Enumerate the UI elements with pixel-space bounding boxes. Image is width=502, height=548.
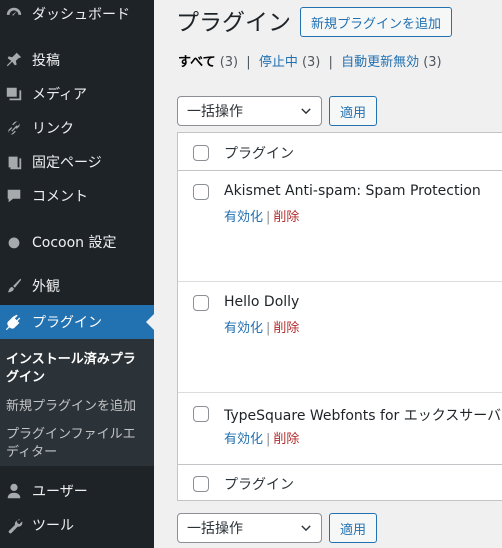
chevron-down-icon bbox=[301, 108, 311, 115]
menu-label: ユーザー bbox=[32, 484, 88, 500]
menu-users[interactable]: ユーザー bbox=[0, 474, 154, 508]
plugin-name: TypeSquare Webfonts for エックスサーバー bbox=[224, 408, 502, 424]
row-checkbox[interactable] bbox=[193, 406, 209, 422]
select-all-checkbox-footer[interactable] bbox=[193, 476, 209, 492]
row-actions: 有効化 | 削除 bbox=[224, 317, 299, 336]
bulk-action-select-bottom[interactable]: 一括操作 bbox=[177, 513, 322, 543]
menu-label: 固定ページ bbox=[32, 155, 102, 171]
bulk-action-value: 一括操作 bbox=[187, 521, 243, 537]
menu-appearance[interactable]: 外観 bbox=[0, 269, 154, 303]
select-all-checkbox[interactable] bbox=[193, 145, 209, 161]
comment-icon bbox=[4, 186, 24, 206]
action-separator: | bbox=[266, 432, 271, 447]
menu-pages[interactable]: 固定ページ bbox=[0, 145, 154, 179]
column-header-plugin: プラグイン bbox=[224, 146, 294, 162]
plugin-icon bbox=[4, 312, 24, 332]
apply-button-top[interactable]: 適用 bbox=[329, 96, 377, 126]
submenu-plugin-file-editor[interactable]: プラグインファイルエディター bbox=[6, 426, 146, 462]
filter-separator: | bbox=[246, 55, 251, 70]
add-new-plugin-button[interactable]: 新規プラグインを追加 bbox=[300, 7, 452, 37]
menu-tools[interactable]: ツール bbox=[0, 508, 154, 542]
page-title: プラグイン bbox=[176, 10, 291, 36]
filter-separator: | bbox=[328, 55, 333, 70]
menu-links[interactable]: リンク bbox=[0, 111, 154, 145]
menu-label: 投稿 bbox=[32, 53, 60, 69]
filter-inactive[interactable]: 停止中 bbox=[259, 55, 298, 70]
plugins-submenu: インストール済みプラグイン 新規プラグインを追加 プラグインファイルエディター bbox=[0, 339, 154, 466]
bulk-action-value: 一括操作 bbox=[187, 104, 243, 120]
menu-label: Cocoon 設定 bbox=[32, 235, 117, 251]
submenu-add-new-plugin[interactable]: 新規プラグインを追加 bbox=[6, 398, 146, 416]
filter-count: (3) bbox=[301, 55, 321, 70]
menu-label: ダッシュボード bbox=[32, 7, 130, 23]
wrench-icon bbox=[4, 515, 24, 535]
menu-dashboard[interactable]: ダッシュボード bbox=[0, 0, 154, 31]
table-footer: プラグイン bbox=[178, 464, 502, 500]
row-checkbox[interactable] bbox=[193, 295, 209, 311]
action-separator: | bbox=[266, 210, 271, 225]
media-icon bbox=[4, 84, 24, 104]
activate-link[interactable]: 有効化 bbox=[224, 321, 263, 336]
menu-label: リンク bbox=[32, 121, 74, 137]
menu-label: コメント bbox=[32, 189, 88, 205]
filter-all[interactable]: すべて bbox=[178, 55, 216, 70]
row-actions: 有効化 | 削除 bbox=[224, 206, 299, 225]
activate-link[interactable]: 有効化 bbox=[224, 210, 263, 225]
brush-icon bbox=[4, 276, 24, 296]
chevron-down-icon bbox=[301, 525, 311, 532]
plugins-table: プラグイン Akismet Anti-spam: Spam Protection… bbox=[177, 132, 502, 501]
admin-sidebar: ダッシュボード 投稿 メディア リンク 固定ページ コメント Cocoon 設定… bbox=[0, 0, 154, 548]
dashboard-icon bbox=[4, 4, 24, 24]
delete-link[interactable]: 削除 bbox=[273, 432, 299, 447]
apply-button-bottom[interactable]: 適用 bbox=[329, 513, 377, 543]
link-icon bbox=[4, 118, 24, 138]
circle-icon bbox=[4, 232, 24, 252]
submenu-installed-plugins[interactable]: インストール済みプラグイン bbox=[6, 351, 146, 387]
table-row: Akismet Anti-spam: Spam Protection 有効化 | 削… bbox=[178, 171, 502, 282]
column-footer-plugin: プラグイン bbox=[224, 477, 294, 493]
filter-auto-update-disabled[interactable]: 自動更新無効 bbox=[341, 55, 419, 70]
action-separator: | bbox=[266, 321, 271, 336]
delete-link[interactable]: 削除 bbox=[273, 210, 299, 225]
menu-label: 外観 bbox=[32, 279, 60, 295]
menu-label: プラグイン bbox=[32, 315, 102, 331]
activate-link[interactable]: 有効化 bbox=[224, 432, 263, 447]
filter-count: (3) bbox=[423, 55, 442, 70]
menu-plugins[interactable]: プラグイン bbox=[0, 305, 154, 339]
bulk-action-select-top[interactable]: 一括操作 bbox=[177, 96, 322, 126]
user-icon bbox=[4, 481, 24, 501]
status-filters: すべて (3) | 停止中 (3) | 自動更新無効 (3) bbox=[178, 51, 442, 70]
menu-cocoon-settings[interactable]: Cocoon 設定 bbox=[0, 225, 154, 259]
filter-count: (3) bbox=[219, 55, 239, 70]
pages-icon bbox=[4, 152, 24, 172]
menu-media[interactable]: メディア bbox=[0, 77, 154, 111]
table-row: Hello Dolly 有効化 | 削除 bbox=[178, 282, 502, 393]
menu-label: メディア bbox=[32, 87, 88, 103]
plugin-name: Hello Dolly bbox=[224, 294, 300, 310]
plugin-name: Akismet Anti-spam: Spam Protection bbox=[224, 183, 481, 199]
menu-label: ツール bbox=[32, 518, 74, 534]
row-checkbox[interactable] bbox=[193, 184, 209, 200]
table-header: プラグイン bbox=[178, 133, 502, 171]
row-actions: 有効化 | 削除 bbox=[224, 428, 299, 447]
table-row: TypeSquare Webfonts for エックスサーバー 有効化 | 削除 bbox=[178, 393, 502, 465]
menu-posts[interactable]: 投稿 bbox=[0, 43, 154, 77]
pin-icon bbox=[4, 50, 24, 70]
delete-link[interactable]: 削除 bbox=[273, 321, 299, 336]
menu-comments[interactable]: コメント bbox=[0, 179, 154, 213]
